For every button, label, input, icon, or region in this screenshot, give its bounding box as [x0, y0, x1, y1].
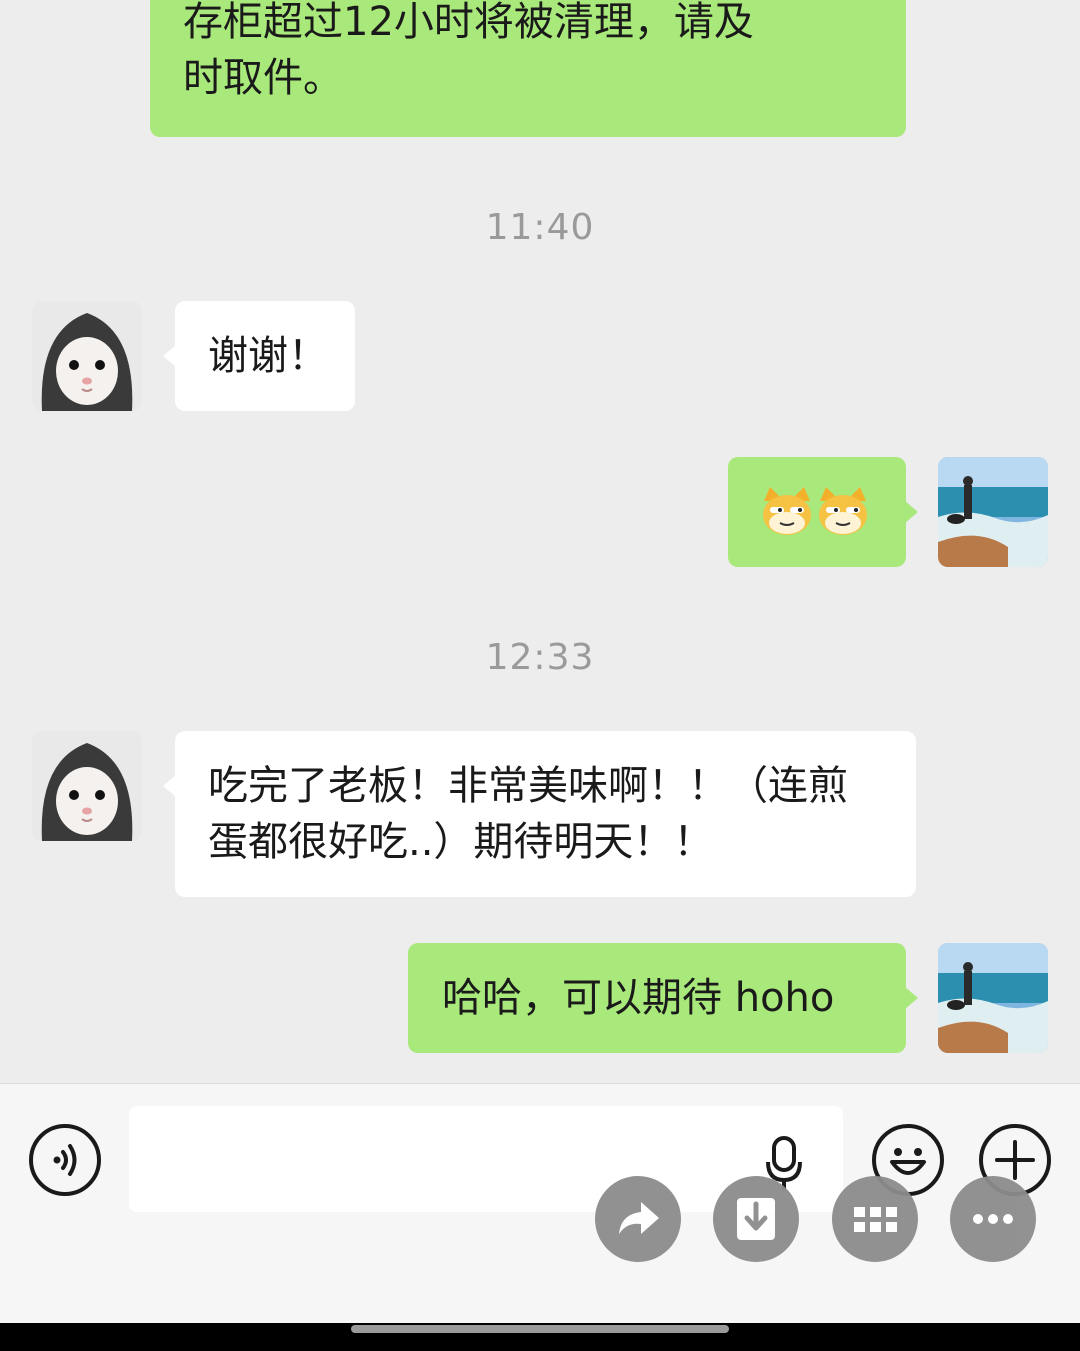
- bubble-tail: [905, 501, 918, 523]
- beach-photo-avatar: [938, 943, 1048, 1053]
- received-message-bubble[interactable]: 吃完了老板！非常美味啊！！（连煎 蛋都很好吃..）期待明天！！: [163, 731, 916, 897]
- message-text: 谢谢！: [208, 333, 328, 379]
- grid-apps-icon: [854, 1207, 897, 1232]
- more-icon: [973, 1214, 1013, 1224]
- my-avatar[interactable]: [938, 943, 1048, 1053]
- save-download-icon: [737, 1198, 775, 1240]
- share-icon: [619, 1202, 659, 1234]
- sent-message-bubble[interactable]: 存柜超过12小时将被清理，请及 时取件。: [150, 0, 906, 137]
- bubble-tail: [163, 775, 176, 797]
- save-button[interactable]: [713, 1176, 799, 1262]
- apps-button[interactable]: [832, 1176, 918, 1262]
- timestamp: 11:40: [485, 207, 595, 248]
- more-button[interactable]: [950, 1176, 1036, 1262]
- bubble-tail: [905, 987, 918, 1009]
- sent-message-bubble[interactable]: [728, 457, 918, 567]
- contact-avatar[interactable]: [32, 731, 142, 841]
- hooded-hamster-avatar: [32, 301, 142, 411]
- voice-toggle-icon[interactable]: [29, 1124, 101, 1196]
- message-text: 吃完了老板！非常美味啊！！（连煎 蛋都很好吃..）期待明天！！: [208, 763, 848, 865]
- sent-message-bubble[interactable]: 哈哈，可以期待 hoho: [408, 943, 918, 1053]
- home-indicator[interactable]: [351, 1325, 729, 1333]
- my-avatar[interactable]: [938, 457, 1048, 567]
- message-text: 存柜超过12小时将被清理，请及 时取件。: [183, 0, 754, 101]
- timestamp: 12:33: [485, 637, 595, 678]
- beach-photo-avatar: [938, 457, 1048, 567]
- share-button[interactable]: [595, 1176, 681, 1262]
- bubble-tail: [163, 345, 176, 367]
- doge-cat-emoji: [819, 487, 867, 535]
- contact-avatar[interactable]: [32, 301, 142, 411]
- received-message-bubble[interactable]: 谢谢！: [163, 301, 355, 411]
- chat-input-bar: [0, 1083, 1080, 1324]
- message-text: 哈哈，可以期待 hoho: [442, 975, 835, 1021]
- doge-cat-emoji: [763, 487, 811, 535]
- hooded-hamster-avatar: [32, 731, 142, 841]
